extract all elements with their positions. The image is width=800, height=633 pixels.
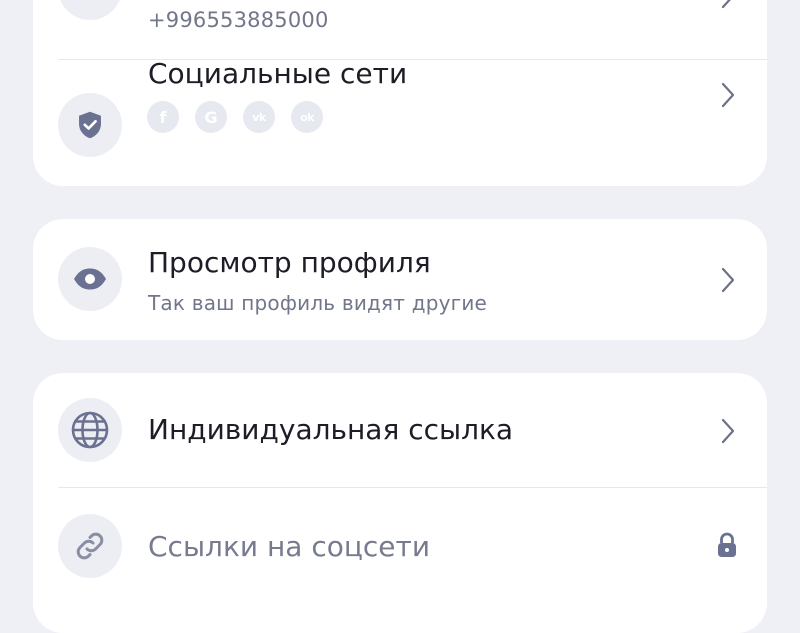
phone-icon — [75, 0, 105, 3]
chevron-right-icon — [721, 0, 731, 9]
individual-link-row[interactable]: Индивидуальная ссылка — [33, 373, 767, 487]
links-card: Индивидуальная ссылка Ссылки на соцсети — [33, 373, 767, 633]
contacts-card: +996553885000 Социальные сети f G vk ok — [33, 0, 767, 186]
social-networks-row[interactable]: Социальные сети f G vk ok — [33, 57, 767, 186]
chevron-right-icon — [721, 418, 735, 444]
profile-preview-title: Просмотр профиля — [148, 246, 431, 279]
vk-icon: vk — [243, 101, 275, 133]
social-icons: f G vk ok — [147, 101, 323, 133]
eye-icon-circle — [58, 247, 122, 311]
link-icon — [76, 532, 104, 560]
eye-icon — [74, 268, 106, 290]
social-links-row[interactable]: Ссылки на соцсети — [33, 488, 767, 608]
link-icon-circle — [58, 514, 122, 578]
odnoklassniki-icon: ok — [291, 101, 323, 133]
social-networks-title: Социальные сети — [148, 57, 408, 90]
shield-icon-circle — [58, 93, 122, 157]
phone-row[interactable]: +996553885000 — [33, 0, 767, 58]
chevron-right-icon — [721, 267, 735, 293]
lock-icon — [718, 532, 736, 557]
profile-preview-card[interactable]: Просмотр профиля Так ваш профиль видят д… — [33, 219, 767, 340]
facebook-icon: f — [147, 101, 179, 133]
globe-icon — [71, 411, 109, 449]
chevron-right-icon — [721, 82, 735, 108]
phone-number: +996553885000 — [148, 8, 329, 32]
social-links-title: Ссылки на соцсети — [148, 530, 431, 563]
shield-check-icon — [79, 111, 101, 139]
profile-preview-subtitle: Так ваш профиль видят другие — [148, 291, 488, 315]
individual-link-title: Индивидуальная ссылка — [148, 413, 514, 446]
globe-icon-circle — [58, 398, 122, 462]
google-icon: G — [195, 101, 227, 133]
phone-icon-circle — [58, 0, 122, 20]
